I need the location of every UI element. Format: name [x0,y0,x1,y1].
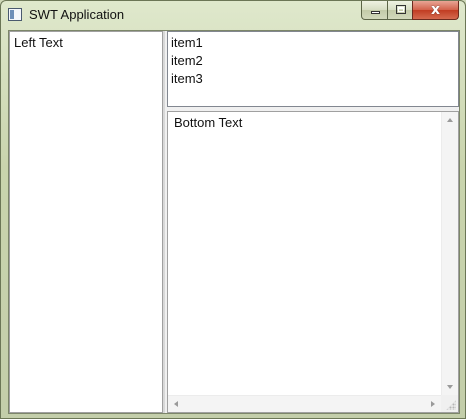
vertical-scrollbar[interactable] [441,112,458,395]
window-title: SWT Application [29,7,125,22]
minimize-icon [371,11,380,14]
size-grip[interactable] [441,395,458,412]
list-item[interactable]: item3 [171,70,203,88]
scroll-down-icon[interactable] [447,385,453,389]
application-window: SWT Application x Left Text item1 item2 … [0,0,466,419]
minimize-button[interactable] [361,1,388,20]
scroll-left-icon[interactable] [174,401,178,407]
item-list[interactable]: item1 item2 item3 [167,31,459,107]
list-item[interactable]: item1 [171,34,203,52]
scroll-right-icon[interactable] [431,401,435,407]
maximize-icon [396,5,406,14]
list-item[interactable]: item2 [171,52,203,70]
maximize-button[interactable] [387,1,413,20]
client-area: Left Text item1 item2 item3 Bottom Text [8,30,460,414]
app-window-icon[interactable] [8,8,22,21]
left-text-pane[interactable]: Left Text [9,31,165,413]
left-text: Left Text [14,35,63,50]
close-icon: x [430,2,441,18]
bottom-text-area[interactable]: Bottom Text [167,111,459,413]
scroll-up-icon[interactable] [447,118,453,122]
title-bar[interactable]: SWT Application x [1,1,465,29]
resize-grip-icon [446,400,456,410]
close-button[interactable]: x [412,1,459,20]
bottom-text: Bottom Text [174,115,243,130]
horizontal-scrollbar[interactable] [168,395,441,412]
